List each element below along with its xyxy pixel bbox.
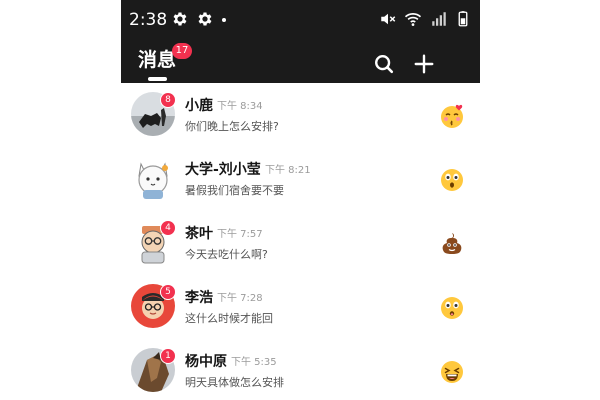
conversation-row[interactable]: 大学-刘小莹 下午 8:21 暑假我们宿舍要不要 — [121, 147, 480, 211]
status-time: 2:38 — [129, 10, 168, 30]
contact-name: 杨中原 — [185, 354, 227, 370]
astonished-face-icon — [441, 297, 463, 319]
gear-icon — [173, 12, 187, 26]
message-time: 下午 8:21 — [265, 165, 311, 176]
message-time: 下午 7:28 — [217, 293, 263, 304]
gear-icon — [198, 12, 212, 26]
conversation-row[interactable]: 1 杨中原 下午 5:35 明天具体做怎么安排 — [121, 339, 480, 400]
message-preview: 你们晚上怎么安排? — [185, 120, 279, 133]
unread-badge: 4 — [160, 220, 176, 236]
contact-name: 大学-刘小莹 — [185, 162, 261, 178]
conversation-row[interactable]: 5 李浩 下午 7:28 这什么时候才能回 — [121, 275, 480, 339]
message-preview: 明天具体做怎么安排 — [185, 376, 284, 389]
message-preview: 今天去吃什么啊? — [185, 248, 268, 261]
contact-name: 小鹿 — [185, 98, 213, 114]
signal-icon — [432, 12, 446, 26]
page-title[interactable]: 消息 — [138, 48, 176, 72]
contact-name: 茶叶 — [185, 226, 213, 242]
conversation-row[interactable]: 4 茶叶 下午 7:57 今天去吃什么啊? — [121, 211, 480, 275]
message-preview: 暑假我们宿舍要不要 — [185, 184, 284, 197]
status-bar: 2:38 — [121, 0, 480, 40]
avatar[interactable] — [131, 156, 175, 200]
battery-icon — [458, 11, 468, 27]
search-icon[interactable] — [373, 53, 395, 75]
message-time: 下午 8:34 — [217, 101, 263, 112]
conversation-row[interactable]: 8 小鹿 下午 8:34 你们晚上怎么安排? — [121, 83, 480, 147]
active-tab-indicator — [148, 77, 167, 81]
phone-screen: 2:38 消息 17 8 小鹿 下午 8:34 你们晚上怎么安排? 大学-刘小莹… — [121, 0, 480, 400]
poop-icon — [442, 233, 462, 254]
laughing-face-icon — [441, 361, 463, 383]
contact-name: 李浩 — [185, 290, 213, 306]
unread-badge: 5 — [160, 284, 176, 300]
wifi-icon — [404, 13, 422, 26]
message-time: 下午 5:35 — [231, 357, 277, 368]
unread-badge: 1 — [160, 348, 176, 364]
avatar-image — [138, 162, 168, 199]
plus-icon[interactable] — [413, 53, 435, 75]
unread-count-badge: 17 — [172, 43, 192, 59]
notification-dot — [222, 18, 226, 22]
kiss-face-icon — [441, 104, 463, 128]
message-time: 下午 7:57 — [217, 229, 263, 240]
message-preview: 这什么时候才能回 — [185, 312, 273, 325]
header: 消息 17 — [121, 40, 480, 83]
surprised-face-icon — [441, 169, 463, 191]
mute-icon — [381, 13, 396, 25]
top-bar: 2:38 消息 17 — [121, 0, 480, 83]
unread-badge: 8 — [160, 92, 176, 108]
